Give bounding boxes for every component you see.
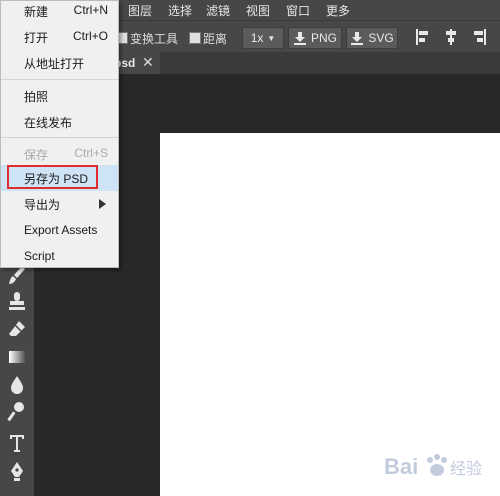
download-icon <box>293 32 306 45</box>
dodge-icon[interactable] <box>7 400 27 422</box>
watermark-logo: Bai 经验 <box>384 446 494 490</box>
menu-filter[interactable]: 滤镜 <box>206 2 230 19</box>
menu-item-save: 保存 Ctrl+S <box>24 146 108 162</box>
png-label: PNG <box>310 31 337 45</box>
svg-label: SVG <box>368 31 394 45</box>
annotation-highlight-box <box>7 165 98 189</box>
menu-layer[interactable]: 图层 <box>128 2 152 19</box>
menu-separator <box>1 137 118 138</box>
menu-view[interactable]: 视图 <box>246 2 270 19</box>
menu-item-take-photo[interactable]: 拍照 <box>1 83 118 109</box>
file-menu-dropdown: 新建 Ctrl+N 打开 Ctrl+O 从地址打开 拍照 在线发布 保存 Ctr… <box>0 0 119 268</box>
watermark-suffix: 经验 <box>450 459 482 478</box>
menu-select[interactable]: 选择 <box>168 2 192 19</box>
distance-label: 距离 <box>203 32 228 46</box>
watermark-brand: Bai <box>384 454 418 479</box>
align-left-icon[interactable] <box>415 28 431 46</box>
baidu-paw-icon: Bai 经验 <box>384 454 482 479</box>
align-center-icon[interactable] <box>443 28 459 46</box>
blur-drop-icon[interactable] <box>7 374 27 396</box>
menu-item-export-assets[interactable]: Export Assets <box>1 218 118 244</box>
download-icon <box>351 32 364 45</box>
menu-separator <box>1 79 118 80</box>
menu-item-open[interactable]: 打开 Ctrl+O <box>1 24 118 50</box>
menu-window[interactable]: 窗口 <box>286 2 310 19</box>
distance-checkbox[interactable] <box>189 32 201 44</box>
submenu-arrow-icon <box>99 199 106 209</box>
export-svg-button[interactable]: SVG <box>346 27 398 49</box>
document-canvas[interactable] <box>160 133 500 496</box>
menu-item-open-url[interactable]: 从地址打开 <box>1 50 118 76</box>
menu-item-export-as[interactable]: 导出为 <box>1 191 118 217</box>
stamp-icon[interactable] <box>7 290 27 312</box>
menu-item-script[interactable]: Script <box>1 244 118 270</box>
scale-value: 1x <box>250 31 264 45</box>
align-right-icon[interactable] <box>471 28 487 46</box>
gradient-icon[interactable] <box>7 346 27 368</box>
caret-down-icon: ▼ <box>267 33 276 43</box>
transform-label: 变换工具 <box>130 32 179 46</box>
menu-more[interactable]: 更多 <box>326 2 350 19</box>
menu-item-publish-online[interactable]: 在线发布 <box>1 109 118 135</box>
eraser-icon[interactable] <box>7 318 27 340</box>
close-icon[interactable]: ✕ <box>142 54 154 71</box>
text-tool-icon[interactable] <box>7 432 27 454</box>
pen-tool-icon[interactable] <box>7 460 27 482</box>
scale-select[interactable]: 1x ▼ <box>242 27 284 49</box>
menu-item-new[interactable]: 新建 Ctrl+N <box>1 0 118 24</box>
export-png-button[interactable]: PNG <box>288 27 342 49</box>
